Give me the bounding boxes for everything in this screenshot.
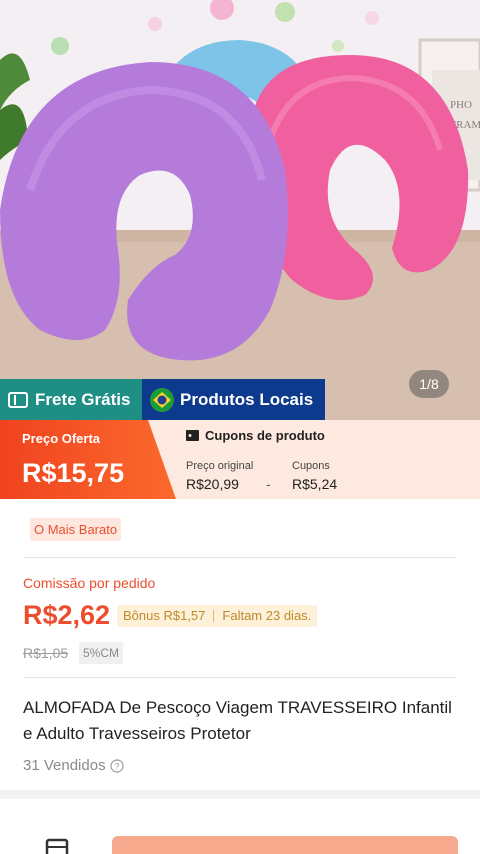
commission-rate-chip: 5%CM [79, 642, 124, 664]
product-page: PHO FRAM 1/8 Frete Grátis Produtos Locai… [0, 0, 480, 854]
ticket-icon [8, 391, 28, 408]
cheapest-tag: O Mais Barato [30, 518, 122, 541]
bonus-amount: Bônus R$1,57 [123, 608, 206, 623]
local-products-label: Produtos Locais [180, 389, 314, 409]
divider [23, 677, 457, 678]
help-icon[interactable]: ? [109, 758, 124, 773]
sold-count-text: 31 Vendidos [23, 757, 106, 774]
price-separator: - [266, 476, 271, 492]
brazil-flag-icon [150, 387, 174, 412]
section-gap [0, 790, 480, 799]
product-coupons-title: Cupons de produto [205, 428, 325, 443]
old-commission: R$1,05 [23, 645, 69, 661]
bonus-chip: Bônus R$1,57 Faltam 23 dias. [117, 605, 318, 627]
coupons-value: R$5,24 [292, 476, 338, 492]
svg-text:PHO: PHO [450, 99, 472, 111]
bonus-days-left: Faltam 23 dias. [222, 608, 312, 623]
original-price-value: R$20,99 [186, 476, 239, 492]
product-title: ALMOFADA De Pescoço Viagem TRAVESSEIRO I… [23, 698, 452, 743]
local-products-badge: Produtos Locais [142, 379, 325, 420]
image-counter: 1/8 [409, 370, 449, 398]
svg-text:?: ? [114, 761, 119, 771]
product-image: PHO FRAM [0, 0, 480, 420]
commission-label: Comissão por pedido [23, 575, 156, 591]
commission-value: R$2,62 [23, 600, 111, 630]
store-icon[interactable] [44, 838, 70, 854]
sold-count: 31 Vendidos ? [23, 757, 124, 774]
price-banner: Preço Oferta R$15,75 Cupons de produto P… [0, 420, 480, 499]
free-shipping-label: Frete Grátis [35, 389, 131, 409]
product-image-gallery[interactable]: PHO FRAM 1/8 [0, 0, 480, 420]
offer-price: R$15,75 [22, 458, 125, 488]
coupon-icon [186, 430, 199, 441]
product-coupons-heading: Cupons de produto [186, 428, 325, 443]
free-shipping-badge: Frete Grátis [0, 379, 142, 420]
coupons-label: Cupons [292, 460, 330, 472]
primary-action-button[interactable] [112, 836, 458, 854]
original-price-label: Preço original [186, 460, 254, 472]
offer-price-label: Preço Oferta [22, 431, 101, 446]
divider [23, 557, 457, 558]
bonus-separator [213, 610, 215, 622]
